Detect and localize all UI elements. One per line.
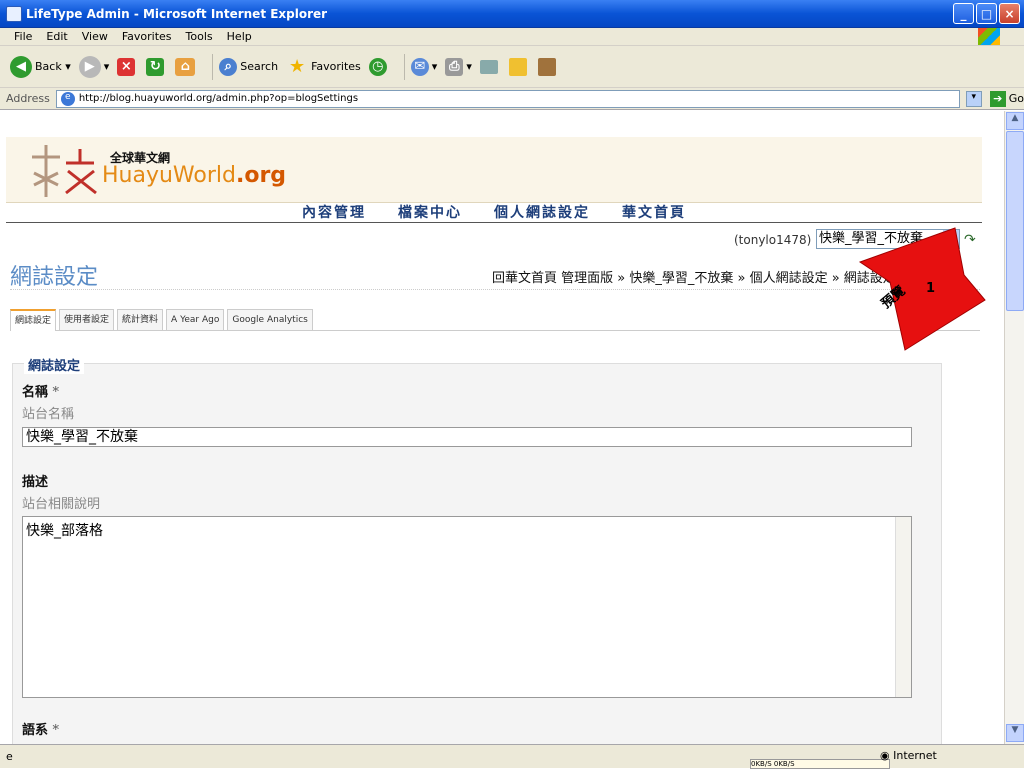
menu-bar: File Edit View Favorites Tools Help (0, 28, 1024, 46)
folder-icon (508, 57, 527, 76)
home-icon: ⌂ (175, 57, 196, 76)
blog-select[interactable]: 快樂_學習_不放棄 ▾ (816, 229, 960, 249)
internet-zone: ◉ Internet (880, 749, 937, 762)
page-title: 網誌設定 (10, 265, 99, 290)
blog-name-input[interactable]: 快樂_學習_不放棄 (22, 427, 912, 447)
address-label: Address (6, 92, 50, 105)
required-mark: * (52, 385, 60, 400)
ie-page-icon: e (6, 750, 13, 763)
refresh-button[interactable]: ↻ (146, 57, 167, 76)
nav-home[interactable]: 華文首頁 (622, 203, 686, 222)
title-divider (10, 289, 980, 290)
discuss-button[interactable] (508, 57, 530, 76)
favorites-button[interactable]: ★ Favorites (286, 56, 361, 78)
chevron-down-icon: ▾ (943, 230, 959, 248)
forward-button[interactable]: ▶ ▾ (78, 55, 109, 78)
nav-blog-settings[interactable]: 個人網誌設定 (494, 203, 590, 222)
logo-english-text: HuayuWorld.org (102, 163, 287, 188)
ie-icon (6, 5, 22, 22)
description-textarea[interactable]: 快樂_部落格 (22, 516, 912, 698)
print-icon: ⎙ (445, 57, 464, 76)
minimize-button[interactable]: _ (953, 3, 974, 24)
description-label: 描述 (22, 475, 49, 490)
mail-icon: ✉ (410, 57, 429, 76)
username: (tonylo1478) (734, 233, 812, 247)
browser-toolbar: ◀ Back ▾ ▶ ▾ × ↻ ⌂ ⌕ Search ★ Favorites ◷… (0, 46, 1024, 88)
menu-favorites[interactable]: Favorites (122, 30, 172, 43)
forward-arrow-icon: ▶ (78, 55, 101, 78)
go-button[interactable]: ➔ Go (989, 90, 1024, 107)
textarea-scrollbar[interactable] (895, 517, 911, 697)
search-icon: ⌕ (219, 57, 238, 76)
description-hint: 站台相關說明 (22, 497, 101, 512)
nav-content-management[interactable]: 內容管理 (302, 203, 366, 222)
scroll-thumb[interactable] (1006, 131, 1024, 311)
site-logo-icon (32, 145, 97, 197)
back-arrow-icon: ◀ (10, 55, 32, 78)
status-bar: e 0KB/S 0KB/S ◉ Internet (0, 744, 1024, 769)
edit-button[interactable] (479, 59, 501, 74)
window-title: LifeType Admin - Microsoft Internet Expl… (26, 6, 328, 21)
star-icon: ★ (289, 56, 306, 77)
window-titlebar: LifeType Admin - Microsoft Internet Expl… (0, 0, 1024, 28)
history-button[interactable]: ◷ (368, 57, 390, 76)
toolbar-separator (403, 53, 405, 80)
scroll-up-icon[interactable]: ▲ (1006, 112, 1024, 130)
menu-help[interactable]: Help (227, 30, 252, 43)
go-arrow-icon: ➔ (989, 90, 1006, 107)
maximize-button[interactable]: □ (976, 3, 997, 24)
page-icon: e (60, 91, 75, 106)
breadcrumb: 回華文首頁 管理面版 » 快樂_學習_不放棄 » 個人網誌設定 » 網誌設定 (492, 271, 896, 286)
menu-tools[interactable]: Tools (186, 30, 213, 43)
print-button[interactable]: ⎙ ▾ (445, 57, 472, 76)
description-value: 快樂_部落格 (26, 523, 103, 539)
tab-statistics[interactable]: 統計資料 (117, 309, 164, 330)
address-url: http://blog.huayuworld.org/admin.php?op=… (78, 93, 359, 104)
name-label: 名稱 * (22, 385, 60, 400)
tab-google-analytics[interactable]: Google Analytics (227, 309, 313, 330)
mail-button[interactable]: ✉ ▾ (410, 57, 437, 76)
language-label: 語系 * (22, 723, 60, 738)
scroll-down-icon[interactable]: ▼ (1006, 724, 1024, 742)
name-hint: 站台名稱 (22, 407, 75, 422)
history-icon: ◷ (368, 57, 387, 76)
address-input[interactable]: e http://blog.huayuworld.org/admin.php?o… (55, 89, 960, 108)
windows-logo-icon (978, 28, 1000, 45)
home-button[interactable]: ⌂ (175, 57, 198, 76)
menu-view[interactable]: View (82, 30, 108, 43)
tab-user-settings[interactable]: 使用者設定 (59, 309, 115, 330)
address-dropdown-icon[interactable]: ▾ (965, 90, 982, 107)
menu-edit[interactable]: Edit (46, 30, 67, 43)
switch-blog-icon[interactable]: ↷ (964, 232, 976, 248)
tab-blog-settings[interactable]: 網誌設定 (10, 309, 57, 331)
page-scrollbar[interactable]: ▲ ▼ (1004, 111, 1024, 744)
top-navigation: 內容管理 檔案中心 個人網誌設定 華文首頁 (6, 203, 982, 223)
back-button[interactable]: ◀ Back ▾ (10, 55, 71, 78)
edit-icon (479, 59, 498, 74)
close-button[interactable]: × (999, 3, 1020, 24)
settings-tabs: 網誌設定 使用者設定 統計資料 A Year Ago Google Analyt… (10, 309, 980, 331)
search-button[interactable]: ⌕ Search (219, 57, 278, 76)
stop-button[interactable]: × (117, 57, 138, 76)
research-icon (537, 57, 556, 76)
messenger-button[interactable] (537, 57, 559, 76)
stop-icon: × (117, 57, 136, 76)
address-bar: Address e http://blog.huayuworld.org/adm… (0, 88, 1024, 110)
nav-file-center[interactable]: 檔案中心 (398, 203, 462, 222)
site-header: 全球華文網 HuayuWorld.org (6, 137, 982, 203)
toolbar-separator (212, 53, 214, 80)
fieldset-legend: 網誌設定 (24, 355, 85, 374)
refresh-icon: ↻ (146, 57, 165, 76)
page-viewport: 全球華文網 HuayuWorld.org 內容管理 檔案中心 個人網誌設定 華文… (0, 111, 1004, 744)
menu-file[interactable]: File (14, 30, 32, 43)
tab-a-year-ago[interactable]: A Year Ago (166, 309, 225, 330)
